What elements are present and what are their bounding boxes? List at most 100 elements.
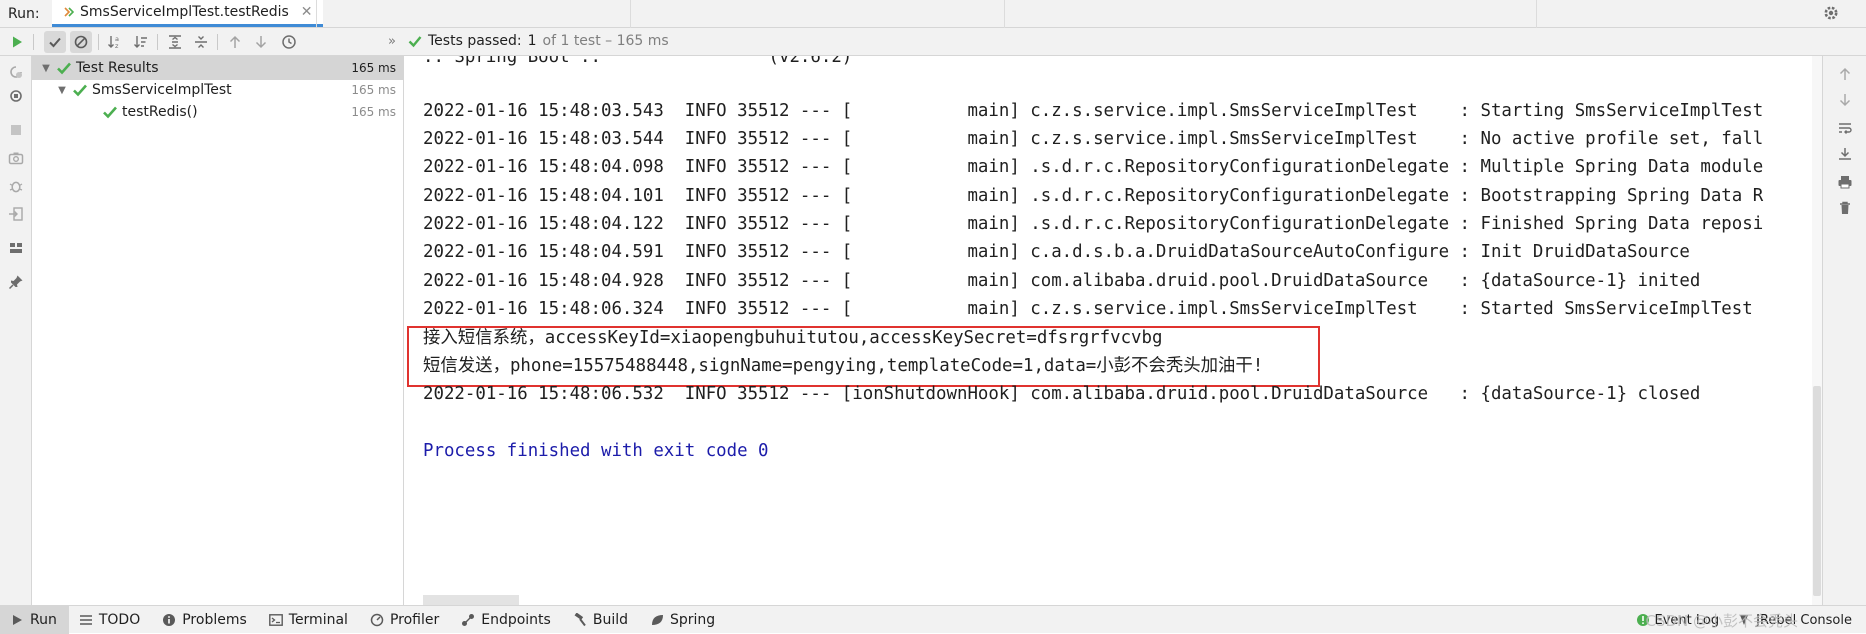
info-icon xyxy=(162,613,176,627)
vertical-scrollbar[interactable] xyxy=(1812,56,1822,605)
status-passed-count: 1 xyxy=(527,33,537,49)
console-line: 2022-01-16 15:48:03.544 INFO 35512 --- [… xyxy=(423,129,1764,149)
run-config-icon xyxy=(64,7,74,17)
rerun-failed-icon[interactable] xyxy=(6,62,26,82)
tree-item-test-results[interactable]: ▼ Test Results 165 ms xyxy=(32,56,404,80)
tool-tab-label: TODO xyxy=(98,611,141,628)
console-line: 2022-01-16 15:48:04.122 INFO 35512 --- [… xyxy=(423,214,1764,234)
process-exit-line: Process finished with exit code 0 xyxy=(423,441,769,461)
show-ignored-button[interactable] xyxy=(70,31,92,53)
layout-icon[interactable] xyxy=(6,238,26,258)
tool-tab-terminal[interactable]: Terminal xyxy=(259,606,360,634)
trash-icon[interactable] xyxy=(1835,198,1855,218)
tool-window-bar: Run TODO Problems Terminal Profiler Endp… xyxy=(0,605,1866,634)
tool-tab-profiler[interactable]: Profiler xyxy=(360,606,451,634)
tool-tab-label: Build xyxy=(592,611,628,628)
tree-item-time: 165 ms xyxy=(351,61,396,75)
toggle-auto-test-icon[interactable] xyxy=(6,86,26,106)
tree-item-label: SmsServiceImplTest xyxy=(92,82,232,98)
console-line: 2022-01-16 15:48:04.098 INFO 35512 --- [… xyxy=(423,157,1764,177)
tool-tab-label: Spring xyxy=(670,611,716,628)
bug-icon[interactable] xyxy=(6,176,26,196)
chevron-down-icon[interactable]: ▼ xyxy=(56,85,68,96)
toolbar-separator xyxy=(217,34,218,50)
tree-item-label: Test Results xyxy=(76,60,159,76)
play-icon xyxy=(10,613,24,627)
run-tab[interactable]: SmsServiceImplTest.testRedis ✕ xyxy=(52,0,323,27)
test-status: Tests passed: 1 of 1 test – 165 ms xyxy=(408,33,669,49)
svg-text:z: z xyxy=(115,42,119,50)
right-action-strip xyxy=(1822,56,1866,605)
console-line: 2022-01-16 15:48:03.543 INFO 35512 --- [… xyxy=(423,101,1764,121)
status-detail: of 1 test – 165 ms xyxy=(542,33,669,49)
toolbar-separator xyxy=(33,34,34,50)
list-icon xyxy=(79,613,93,627)
expand-all-icon[interactable] xyxy=(164,31,186,53)
console-line: 2022-01-16 15:48:04.101 INFO 35512 --- [… xyxy=(423,186,1764,206)
tab-divider xyxy=(630,0,631,28)
tool-tab-problems[interactable]: Problems xyxy=(152,606,259,634)
tool-tab-label: Problems xyxy=(182,611,247,628)
leaf-icon xyxy=(650,613,664,627)
left-action-strip xyxy=(0,56,32,605)
tree-item-time: 165 ms xyxy=(351,83,396,97)
soft-wrap-icon[interactable] xyxy=(1835,118,1855,138)
check-icon xyxy=(72,82,88,98)
console-output[interactable]: :: Spring Boot :: (v2.6.2) 2022-01-16 15… xyxy=(405,56,1822,605)
tree-item-test-class[interactable]: ▼ SmsServiceImplTest 165 ms xyxy=(32,78,404,102)
camera-icon[interactable] xyxy=(6,148,26,168)
import-icon[interactable] xyxy=(6,204,26,224)
status-label: Tests passed: xyxy=(428,33,522,49)
tool-tab-label: Endpoints xyxy=(481,611,551,628)
collapse-all-icon[interactable] xyxy=(190,31,212,53)
sort-alpha-icon[interactable]: az xyxy=(104,31,126,53)
profiler-icon xyxy=(370,613,384,627)
arrow-up-icon[interactable] xyxy=(1835,64,1855,84)
check-icon xyxy=(102,104,118,120)
print-icon[interactable] xyxy=(1835,172,1855,192)
tool-tab-build[interactable]: Build xyxy=(563,606,640,634)
arrow-down-icon[interactable] xyxy=(1835,90,1855,110)
check-icon xyxy=(56,60,72,76)
rerun-button[interactable] xyxy=(6,31,28,53)
tab-divider xyxy=(1004,0,1005,28)
toolbar-separator xyxy=(157,34,158,50)
tool-tab-todo[interactable]: TODO xyxy=(69,606,152,634)
tool-tab-spring[interactable]: Spring xyxy=(640,606,727,634)
arrow-down-icon[interactable] xyxy=(250,31,272,53)
pin-icon[interactable] xyxy=(6,272,26,292)
tool-tab-run[interactable]: Run xyxy=(0,605,69,634)
more-chevron-icon[interactable]: » xyxy=(388,34,396,49)
test-toolbar: az » Tests passed: 1 of 1 test – 165 ms xyxy=(0,28,1866,56)
horizontal-scrollbar[interactable] xyxy=(423,595,519,605)
gear-icon[interactable] xyxy=(1822,4,1842,24)
run-label: Run: xyxy=(8,6,40,22)
close-icon[interactable]: ✕ xyxy=(301,4,313,20)
tree-item-test-method[interactable]: testRedis() 165 ms xyxy=(32,100,404,124)
tree-item-label: testRedis() xyxy=(122,104,198,120)
scroll-to-end-icon[interactable] xyxy=(1835,144,1855,164)
history-clock-icon[interactable] xyxy=(278,31,300,53)
tool-tab-endpoints[interactable]: Endpoints xyxy=(451,606,563,634)
chevron-down-icon[interactable]: ▼ xyxy=(40,63,52,74)
tab-divider xyxy=(1536,0,1537,28)
tool-tab-label: Run xyxy=(30,611,57,628)
tree-item-time: 165 ms xyxy=(351,105,396,119)
console-line: 2022-01-16 15:48:06.324 INFO 35512 --- [… xyxy=(423,299,1753,319)
toolbar-separator xyxy=(98,34,99,50)
stop-icon[interactable] xyxy=(6,120,26,140)
tool-tab-label: Terminal xyxy=(288,611,348,628)
show-passed-button[interactable] xyxy=(44,31,66,53)
console-line: 2022-01-16 15:48:06.532 INFO 35512 --- [… xyxy=(423,384,1701,404)
sort-duration-icon[interactable] xyxy=(130,31,152,53)
scrollbar-thumb[interactable] xyxy=(1813,386,1821,596)
run-tab-title: SmsServiceImplTest.testRedis xyxy=(80,4,289,20)
terminal-icon xyxy=(268,613,283,627)
run-tab-bar: Run: SmsServiceImplTest.testRedis ✕ xyxy=(0,0,1866,28)
hammer-icon xyxy=(573,612,587,627)
arrow-up-icon[interactable] xyxy=(224,31,246,53)
watermark: CSDN @小彭不会秃头 xyxy=(1645,612,1798,630)
test-tree: ▼ Test Results 165 ms ▼ SmsServiceImplTe… xyxy=(32,56,404,605)
endpoints-icon xyxy=(461,613,475,627)
tool-tab-label: Profiler xyxy=(389,611,440,628)
